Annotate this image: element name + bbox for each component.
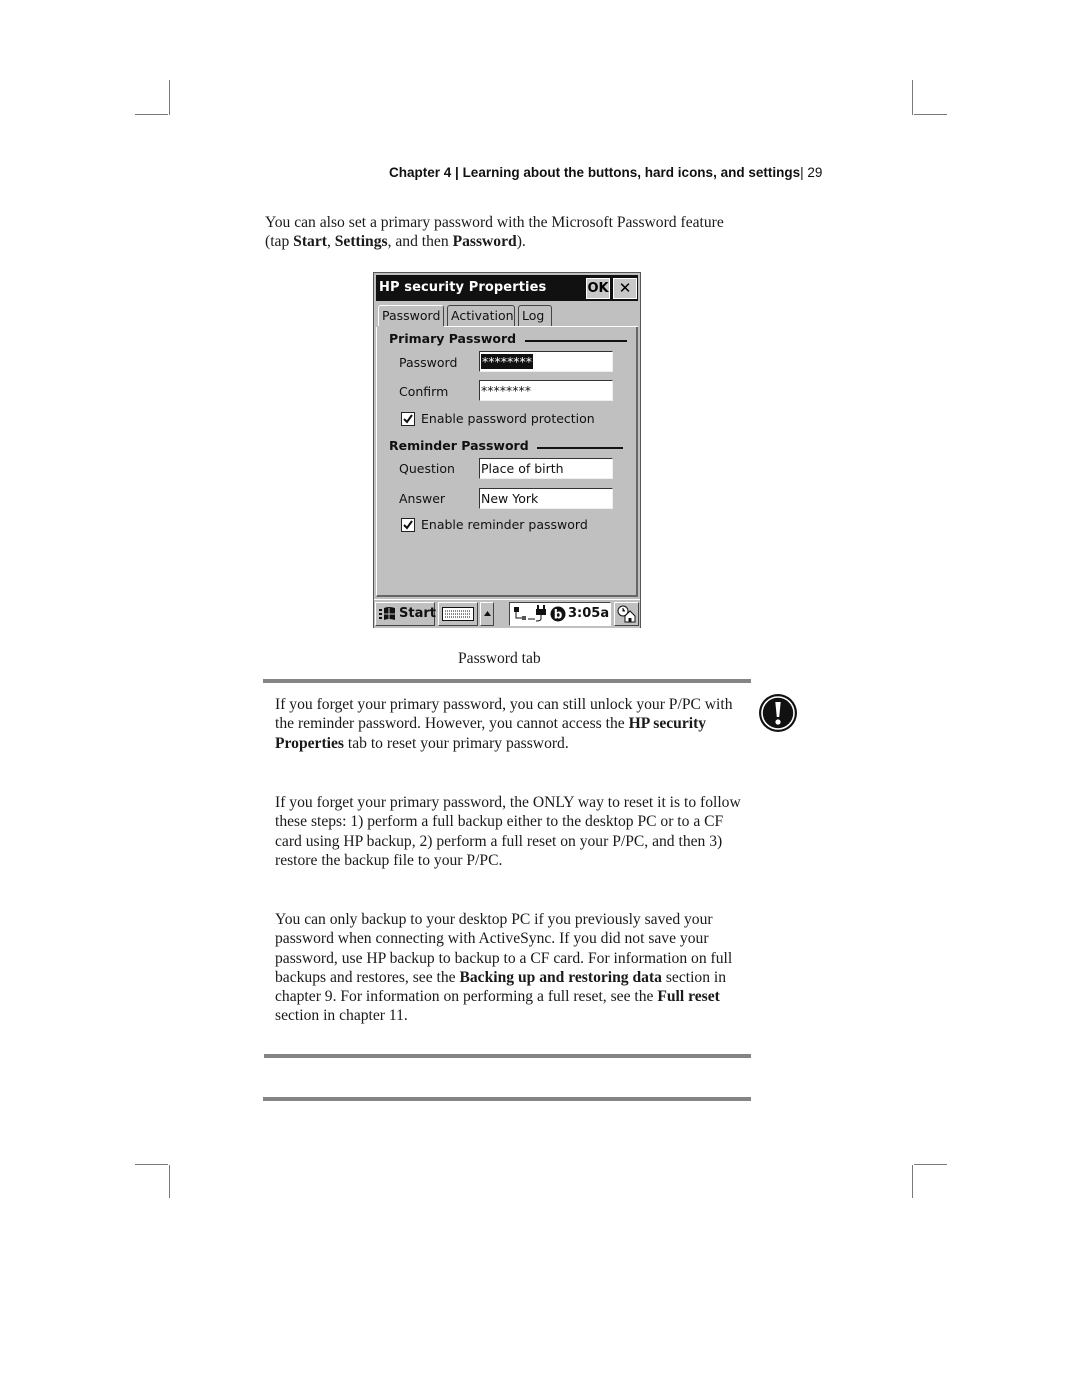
crop-mark-bottom-left-h [135,1164,168,1165]
password-tab-panel: Primary Password Password ******** Confi… [376,327,638,597]
confirm-value: ******** [481,383,531,398]
exclamation-warning-icon [759,694,797,732]
note-bold-backing-up: Backing up and restoring data [459,968,662,986]
svg-text:b: b [554,608,563,622]
crop-mark-top-right-v [912,80,913,115]
intro-text: , and then [387,233,453,251]
crop-mark-bottom-right-v [912,1165,913,1198]
note-bottom-rule [264,1054,751,1058]
tab-password[interactable]: Password [378,305,444,326]
enable-reminder-password-label: Enable reminder password [421,517,588,532]
tab-log[interactable]: Log [518,305,552,326]
answer-value: New York [481,491,539,506]
note-paragraph-1: If you forget your primary password, you… [275,695,745,753]
running-head: Chapter 4 | Learning about the buttons, … [389,165,822,180]
start-flag-icon [379,607,395,620]
crop-mark-top-left-v [169,80,170,115]
enable-reminder-password-checkbox[interactable] [401,518,415,532]
today-button[interactable] [614,602,639,626]
intro-paragraph: You can also set a primary password with… [265,213,735,252]
checkmark-icon [403,520,413,530]
today-home-icon [617,605,636,623]
window-title: HP security Properties [379,280,547,295]
chapter-separator: | [451,165,463,180]
chapter-label: Chapter 4 [389,165,452,180]
start-button[interactable]: Start [375,602,436,626]
close-button[interactable]: ✕ [613,278,637,299]
password-label: Password [399,355,458,370]
intro-bold-start: Start [293,233,327,251]
page-bottom-rule [263,1097,751,1101]
input-panel-button[interactable] [438,602,478,626]
enable-password-protection-label: Enable password protection [421,411,595,426]
bluetooth-b-icon[interactable]: b [550,606,566,622]
section-divider [525,340,627,342]
question-label: Question [399,461,455,476]
intro-text: , [326,233,335,251]
intro-bold-settings: Settings [334,233,388,251]
note-paragraph-2: If you forget your primary password, the… [275,793,745,870]
input-arrow-up-icon [484,611,491,616]
answer-field[interactable]: New York [479,488,613,509]
section-divider [537,447,623,449]
password-field[interactable]: ******** [479,351,613,372]
start-label: Start [399,606,436,621]
confirm-label: Confirm [399,384,449,399]
window-titlebar: HP security Properties OK ✕ [376,275,638,301]
taskbar: Start b 3:05a [374,599,640,628]
intro-bold-password: Password [452,233,517,251]
chapter-title: Learning about the buttons, hard icons, … [462,165,801,180]
enable-password-protection-checkbox[interactable] [401,412,415,426]
clock-time[interactable]: 3:05a [568,606,609,621]
close-icon: ✕ [618,279,632,297]
power-plug-icon[interactable] [534,605,548,622]
question-field[interactable]: Place of birth [479,458,613,479]
intro-text: ). [516,233,526,251]
crop-mark-bottom-right-h [914,1164,947,1165]
checkmark-icon [403,414,413,424]
password-value: ******** [481,354,533,369]
crop-mark-top-right-h [914,114,947,115]
input-method-arrow-button[interactable] [480,602,494,626]
pda-screenshot: HP security Properties OK ✕ Password Act… [373,272,641,628]
note-paragraph-3: You can only backup to your desktop PC i… [275,910,745,1026]
primary-password-heading: Primary Password [389,331,517,346]
notification-tray: b 3:05a [509,602,611,626]
crop-mark-top-left-h [135,114,168,115]
note-text: section in chapter 11. [275,1007,408,1025]
answer-label: Answer [399,491,446,506]
keyboard-icon [442,607,474,621]
page-number: 29 [807,165,823,180]
figure-caption: Password tab [458,650,541,667]
note-top-rule [263,679,751,683]
reminder-password-heading: Reminder Password [389,438,529,453]
note-bold-full-reset: Full reset [657,988,720,1006]
note-text: tab to reset your primary password. [344,734,569,752]
tab-activation[interactable]: Activation [447,305,515,326]
confirm-field[interactable]: ******** [479,380,613,401]
note-text: If you forget your primary password, the… [275,794,741,869]
question-value: Place of birth [481,461,564,476]
crop-mark-bottom-left-v [169,1165,170,1198]
ok-button[interactable]: OK [586,278,610,299]
